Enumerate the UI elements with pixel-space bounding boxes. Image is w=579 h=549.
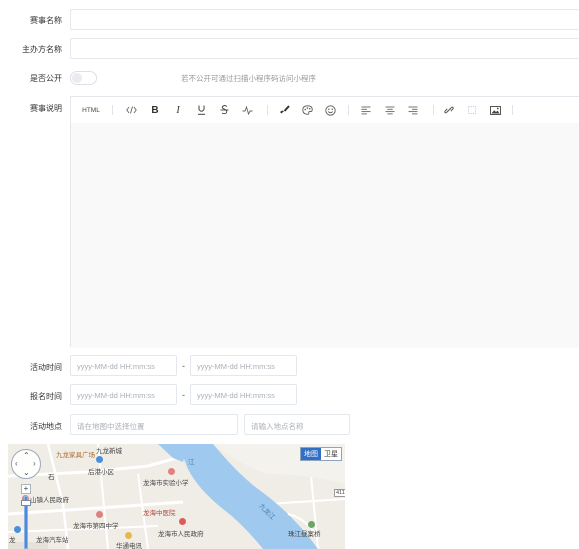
public-toggle[interactable] [70,71,97,85]
html-button[interactable]: HTML [79,102,103,118]
strikethrough-icon[interactable] [216,102,232,118]
poi-marker [96,456,103,463]
pan-left-icon[interactable]: ‹ [15,460,18,468]
map-type-satellite[interactable]: 卫星 [321,448,341,460]
poi-marker [179,518,186,525]
poi-marker [308,521,315,528]
placeholder: yyyy-MM-dd HH:mm:ss [77,362,155,371]
pan-up-icon[interactable]: ⌃ [23,452,30,460]
public-hint: 若不公开可通过扫描小程序码访问小程序 [181,74,316,83]
organizer-label: 主办方名称 [22,45,62,54]
location-map[interactable]: 九龙家具广场 九龙新城 后港小区 龙海市实验小学 山镇人民政府 龙海中医院 龙海… [8,444,345,549]
map-type-switch: 地图 卫星 [300,447,342,461]
toggle-knob [72,73,82,83]
align-left-icon[interactable] [358,102,374,118]
placeholder: 请在地图中选择位置 [77,422,145,431]
map-label: 龙 [9,537,16,544]
poi-marker [14,526,21,533]
event-name-input[interactable] [70,9,579,30]
link-icon[interactable] [441,102,457,118]
toolbar-divider [267,105,268,115]
signup-start-input[interactable]: yyyy-MM-dd HH:mm:ss [70,384,177,405]
map-label: 江 [188,459,195,466]
map-type-map[interactable]: 地图 [301,448,321,460]
map-label: 龙海市第四中学 [73,523,119,530]
poi-marker [96,511,103,518]
map-label: 龙海市实验小学 [143,480,189,487]
map-label: 龙海市人民政府 [158,531,204,538]
map-location-input[interactable]: 请在地图中选择位置 [70,414,238,435]
bold-icon[interactable]: B [147,102,163,118]
toolbar-divider [512,105,513,115]
placeholder: yyyy-MM-dd HH:mm:ss [197,391,275,400]
map-label: 珠江昼案桥 [288,531,321,538]
poi-marker [168,468,175,475]
italic-icon[interactable]: I [170,102,186,118]
unlink-icon[interactable] [464,102,480,118]
poi-marker [125,532,132,539]
placeholder: yyyy-MM-dd HH:mm:ss [77,391,155,400]
underline-icon[interactable] [193,102,209,118]
map-label: 华通电讯 [116,543,142,549]
map-label: 石 [48,474,55,481]
zoom-in-button[interactable]: + [21,484,31,494]
toolbar-divider [348,105,349,115]
event-name-label: 赛事名称 [30,16,62,25]
image-icon[interactable] [487,102,503,118]
wave-icon[interactable] [239,102,255,118]
map-label: 龙海汽车站 [36,537,69,544]
map-label: 411 [334,489,345,497]
zoom-slider-handle[interactable] [21,500,31,506]
toolbar-divider [433,105,434,115]
map-label: 龙海中医院 [143,510,176,517]
pan-down-icon[interactable]: ⌄ [23,469,30,477]
location-label: 活动地点 [30,422,62,431]
pan-control[interactable]: ⌃ ⌄ ‹ › [11,449,41,479]
align-right-icon[interactable] [405,102,421,118]
activity-start-input[interactable]: yyyy-MM-dd HH:mm:ss [70,355,177,376]
range-separator: - [182,361,185,371]
map-label: 后港小区 [88,469,114,476]
editor-content-area[interactable] [71,123,579,348]
map-label: 九龙新城 [96,448,122,455]
placeholder: 请输入地点名称 [251,422,304,431]
place-name-input[interactable]: 请输入地点名称 [244,414,350,435]
emoji-icon[interactable] [322,102,338,118]
description-label: 赛事说明 [30,104,62,113]
map-label: 山镇人民政府 [30,497,69,504]
palette-icon[interactable] [299,102,315,118]
organizer-input[interactable] [70,38,579,59]
pan-right-icon[interactable]: › [33,460,36,468]
toolbar-divider [112,105,113,115]
editor-toolbar: HTML B I [71,97,579,124]
brush-icon[interactable] [276,102,292,118]
map-label: 九龙家具广场 [56,452,95,459]
public-label: 是否公开 [30,74,62,83]
range-separator: - [182,390,185,400]
signup-end-input[interactable]: yyyy-MM-dd HH:mm:ss [190,384,297,405]
placeholder: yyyy-MM-dd HH:mm:ss [197,362,275,371]
signup-time-label: 报名时间 [30,392,62,401]
activity-time-label: 活动时间 [30,363,62,372]
align-center-icon[interactable] [382,102,398,118]
code-icon[interactable] [123,102,139,118]
activity-end-input[interactable]: yyyy-MM-dd HH:mm:ss [190,355,297,376]
rich-text-editor: HTML B I [70,96,579,348]
